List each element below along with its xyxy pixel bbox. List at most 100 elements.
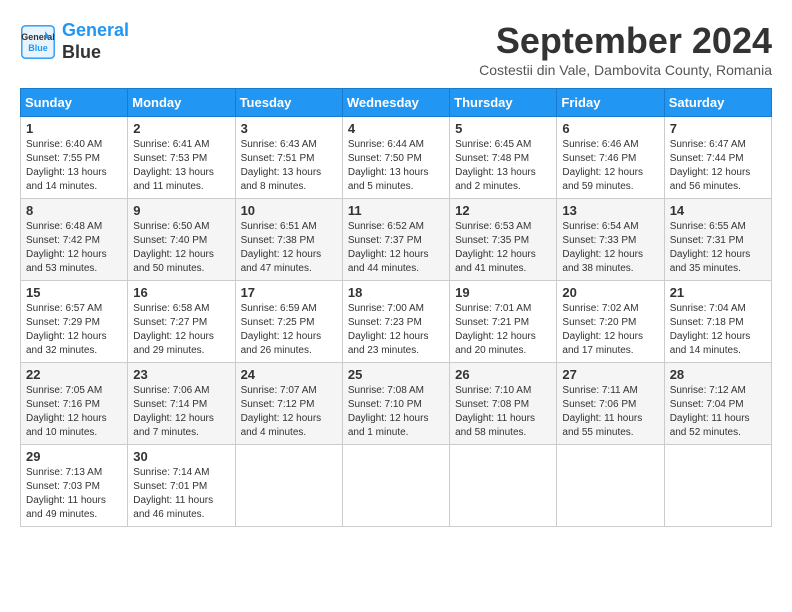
calendar-cell: 17 Sunrise: 6:59 AM Sunset: 7:25 PM Dayl…	[235, 281, 342, 363]
day-info: Sunrise: 6:44 AM Sunset: 7:50 PM Dayligh…	[348, 138, 444, 194]
calendar-cell: 9 Sunrise: 6:50 AM Sunset: 7:40 PM Dayli…	[128, 199, 235, 281]
calendar-cell	[557, 445, 664, 527]
day-info: Sunrise: 7:14 AM Sunset: 7:01 PM Dayligh…	[133, 466, 229, 522]
calendar-cell	[235, 445, 342, 527]
calendar-cell: 16 Sunrise: 6:58 AM Sunset: 7:27 PM Dayl…	[128, 281, 235, 363]
day-number: 4	[348, 121, 444, 136]
calendar-cell: 5 Sunrise: 6:45 AM Sunset: 7:48 PM Dayli…	[450, 117, 557, 199]
calendar-cell: 28 Sunrise: 7:12 AM Sunset: 7:04 PM Dayl…	[664, 363, 771, 445]
logo-icon: General Blue	[20, 24, 56, 60]
weekday-header-friday: Friday	[557, 89, 664, 117]
calendar-cell: 26 Sunrise: 7:10 AM Sunset: 7:08 PM Dayl…	[450, 363, 557, 445]
calendar-cell: 1 Sunrise: 6:40 AM Sunset: 7:55 PM Dayli…	[21, 117, 128, 199]
weekday-header-saturday: Saturday	[664, 89, 771, 117]
calendar-cell: 24 Sunrise: 7:07 AM Sunset: 7:12 PM Dayl…	[235, 363, 342, 445]
calendar-cell: 18 Sunrise: 7:00 AM Sunset: 7:23 PM Dayl…	[342, 281, 449, 363]
calendar-cell: 21 Sunrise: 7:04 AM Sunset: 7:18 PM Dayl…	[664, 281, 771, 363]
calendar-cell: 2 Sunrise: 6:41 AM Sunset: 7:53 PM Dayli…	[128, 117, 235, 199]
location-subtitle: Costestii din Vale, Dambovita County, Ro…	[479, 62, 772, 78]
day-number: 12	[455, 203, 551, 218]
day-number: 17	[241, 285, 337, 300]
day-number: 8	[26, 203, 122, 218]
day-info: Sunrise: 6:47 AM Sunset: 7:44 PM Dayligh…	[670, 138, 766, 194]
calendar-week-row: 8 Sunrise: 6:48 AM Sunset: 7:42 PM Dayli…	[21, 199, 772, 281]
day-number: 10	[241, 203, 337, 218]
day-info: Sunrise: 7:11 AM Sunset: 7:06 PM Dayligh…	[562, 384, 658, 440]
weekday-header-monday: Monday	[128, 89, 235, 117]
day-number: 13	[562, 203, 658, 218]
calendar-cell: 30 Sunrise: 7:14 AM Sunset: 7:01 PM Dayl…	[128, 445, 235, 527]
day-number: 14	[670, 203, 766, 218]
weekday-header-sunday: Sunday	[21, 89, 128, 117]
day-info: Sunrise: 6:43 AM Sunset: 7:51 PM Dayligh…	[241, 138, 337, 194]
title-block: September 2024 Costestii din Vale, Dambo…	[479, 20, 772, 78]
day-number: 21	[670, 285, 766, 300]
weekday-header-tuesday: Tuesday	[235, 89, 342, 117]
day-number: 30	[133, 449, 229, 464]
calendar-cell: 23 Sunrise: 7:06 AM Sunset: 7:14 PM Dayl…	[128, 363, 235, 445]
calendar-cell: 27 Sunrise: 7:11 AM Sunset: 7:06 PM Dayl…	[557, 363, 664, 445]
day-number: 29	[26, 449, 122, 464]
day-info: Sunrise: 6:53 AM Sunset: 7:35 PM Dayligh…	[455, 220, 551, 276]
day-number: 7	[670, 121, 766, 136]
day-info: Sunrise: 6:55 AM Sunset: 7:31 PM Dayligh…	[670, 220, 766, 276]
day-info: Sunrise: 6:57 AM Sunset: 7:29 PM Dayligh…	[26, 302, 122, 358]
day-number: 25	[348, 367, 444, 382]
calendar-cell: 12 Sunrise: 6:53 AM Sunset: 7:35 PM Dayl…	[450, 199, 557, 281]
month-year-title: September 2024	[479, 20, 772, 62]
calendar-cell: 15 Sunrise: 6:57 AM Sunset: 7:29 PM Dayl…	[21, 281, 128, 363]
calendar-table: SundayMondayTuesdayWednesdayThursdayFrid…	[20, 88, 772, 527]
day-info: Sunrise: 6:59 AM Sunset: 7:25 PM Dayligh…	[241, 302, 337, 358]
day-info: Sunrise: 6:50 AM Sunset: 7:40 PM Dayligh…	[133, 220, 229, 276]
day-info: Sunrise: 6:48 AM Sunset: 7:42 PM Dayligh…	[26, 220, 122, 276]
day-info: Sunrise: 7:06 AM Sunset: 7:14 PM Dayligh…	[133, 384, 229, 440]
day-info: Sunrise: 6:51 AM Sunset: 7:38 PM Dayligh…	[241, 220, 337, 276]
calendar-cell: 6 Sunrise: 6:46 AM Sunset: 7:46 PM Dayli…	[557, 117, 664, 199]
day-number: 18	[348, 285, 444, 300]
calendar-week-row: 15 Sunrise: 6:57 AM Sunset: 7:29 PM Dayl…	[21, 281, 772, 363]
day-info: Sunrise: 6:54 AM Sunset: 7:33 PM Dayligh…	[562, 220, 658, 276]
day-info: Sunrise: 7:01 AM Sunset: 7:21 PM Dayligh…	[455, 302, 551, 358]
calendar-cell: 14 Sunrise: 6:55 AM Sunset: 7:31 PM Dayl…	[664, 199, 771, 281]
calendar-cell	[342, 445, 449, 527]
calendar-cell: 10 Sunrise: 6:51 AM Sunset: 7:38 PM Dayl…	[235, 199, 342, 281]
calendar-cell: 11 Sunrise: 6:52 AM Sunset: 7:37 PM Dayl…	[342, 199, 449, 281]
day-number: 28	[670, 367, 766, 382]
calendar-cell: 19 Sunrise: 7:01 AM Sunset: 7:21 PM Dayl…	[450, 281, 557, 363]
logo-text: GeneralBlue	[62, 20, 129, 63]
day-info: Sunrise: 6:46 AM Sunset: 7:46 PM Dayligh…	[562, 138, 658, 194]
day-info: Sunrise: 7:05 AM Sunset: 7:16 PM Dayligh…	[26, 384, 122, 440]
day-info: Sunrise: 7:07 AM Sunset: 7:12 PM Dayligh…	[241, 384, 337, 440]
day-number: 15	[26, 285, 122, 300]
day-number: 19	[455, 285, 551, 300]
calendar-week-row: 22 Sunrise: 7:05 AM Sunset: 7:16 PM Dayl…	[21, 363, 772, 445]
day-info: Sunrise: 6:58 AM Sunset: 7:27 PM Dayligh…	[133, 302, 229, 358]
day-number: 5	[455, 121, 551, 136]
day-number: 16	[133, 285, 229, 300]
weekday-header-wednesday: Wednesday	[342, 89, 449, 117]
logo: General Blue GeneralBlue	[20, 20, 129, 63]
calendar-header-row: SundayMondayTuesdayWednesdayThursdayFrid…	[21, 89, 772, 117]
calendar-cell	[450, 445, 557, 527]
svg-text:Blue: Blue	[28, 43, 48, 53]
calendar-cell: 7 Sunrise: 6:47 AM Sunset: 7:44 PM Dayli…	[664, 117, 771, 199]
day-info: Sunrise: 7:04 AM Sunset: 7:18 PM Dayligh…	[670, 302, 766, 358]
calendar-cell: 22 Sunrise: 7:05 AM Sunset: 7:16 PM Dayl…	[21, 363, 128, 445]
day-info: Sunrise: 7:00 AM Sunset: 7:23 PM Dayligh…	[348, 302, 444, 358]
day-info: Sunrise: 7:13 AM Sunset: 7:03 PM Dayligh…	[26, 466, 122, 522]
day-number: 22	[26, 367, 122, 382]
day-number: 9	[133, 203, 229, 218]
calendar-cell: 20 Sunrise: 7:02 AM Sunset: 7:20 PM Dayl…	[557, 281, 664, 363]
calendar-week-row: 1 Sunrise: 6:40 AM Sunset: 7:55 PM Dayli…	[21, 117, 772, 199]
day-number: 20	[562, 285, 658, 300]
weekday-header-thursday: Thursday	[450, 89, 557, 117]
day-info: Sunrise: 6:45 AM Sunset: 7:48 PM Dayligh…	[455, 138, 551, 194]
calendar-cell: 29 Sunrise: 7:13 AM Sunset: 7:03 PM Dayl…	[21, 445, 128, 527]
day-info: Sunrise: 7:10 AM Sunset: 7:08 PM Dayligh…	[455, 384, 551, 440]
day-info: Sunrise: 7:02 AM Sunset: 7:20 PM Dayligh…	[562, 302, 658, 358]
day-number: 11	[348, 203, 444, 218]
calendar-cell: 8 Sunrise: 6:48 AM Sunset: 7:42 PM Dayli…	[21, 199, 128, 281]
day-number: 1	[26, 121, 122, 136]
day-number: 27	[562, 367, 658, 382]
day-info: Sunrise: 7:12 AM Sunset: 7:04 PM Dayligh…	[670, 384, 766, 440]
